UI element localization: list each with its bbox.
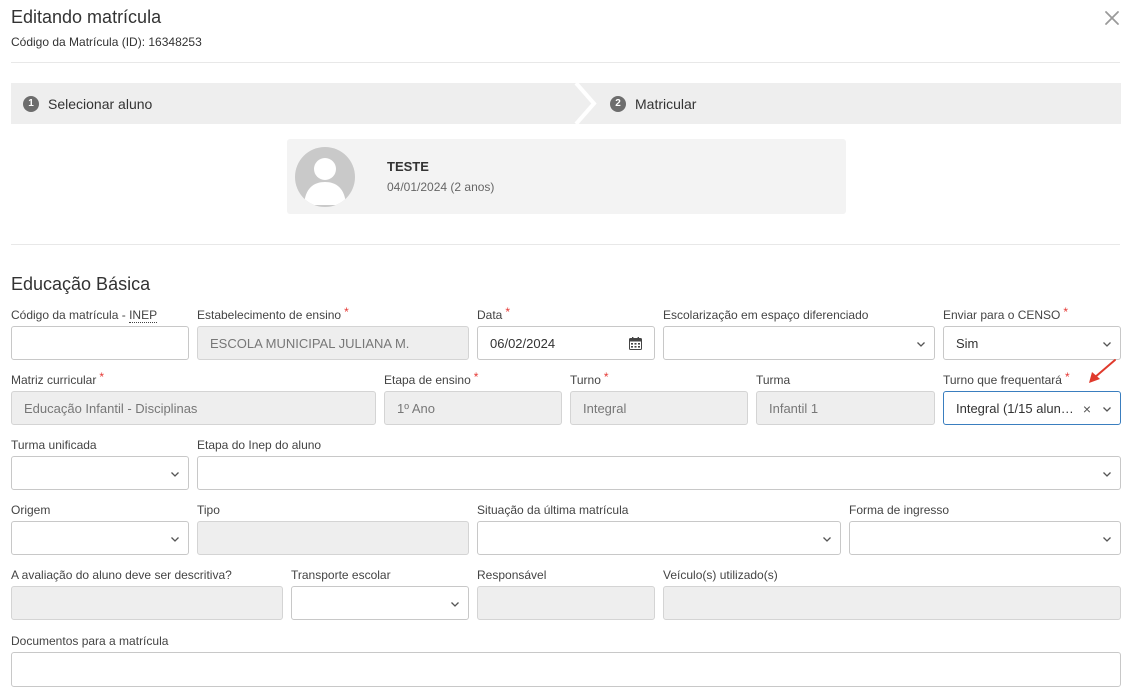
section-divider	[11, 244, 1120, 245]
modal-title: Editando matrícula	[11, 7, 162, 27]
student-card: TESTE 04/01/2024 (2 anos)	[287, 139, 846, 214]
required-marker: *	[1063, 305, 1069, 319]
estabelecimento-field: ESCOLA MUNICIPAL JULIANA M.	[197, 326, 469, 360]
step-separator	[574, 83, 597, 124]
chevron-down-icon	[451, 602, 459, 607]
responsavel-label: Responsável	[477, 568, 547, 582]
required-marker: *	[505, 305, 511, 319]
required-marker: *	[344, 305, 349, 319]
student-birthdate: 04/01/2024 (2 anos)	[387, 180, 495, 194]
step-matricular[interactable]: 2 Matricular	[610, 83, 696, 124]
etapa-label: Etapa de ensino *	[384, 370, 479, 387]
chevron-down-icon	[171, 472, 179, 477]
chevron-down-icon	[1103, 537, 1111, 542]
forma-ingresso-select[interactable]	[849, 521, 1121, 555]
transporte-select[interactable]	[291, 586, 469, 620]
origem-label: Origem	[11, 503, 51, 517]
section-title: Educação Básica	[11, 274, 151, 294]
veiculos-label: Veículo(s) utilizado(s)	[663, 568, 778, 582]
origem-select[interactable]	[11, 521, 189, 555]
required-marker: *	[1064, 370, 1070, 384]
data-label: Data *	[477, 305, 511, 322]
chevron-down-icon	[1103, 407, 1111, 412]
codigo-inep-input[interactable]	[11, 326, 189, 360]
matriz-field: Educação Infantil - Disciplinas	[11, 391, 376, 425]
codigo-inep-label: Código da matrícula - INEP	[11, 308, 158, 323]
required-marker: *	[603, 370, 609, 384]
situacao-select[interactable]	[477, 521, 841, 555]
veiculos-field	[663, 586, 1121, 620]
documentos-label: Documentos para a matrícula	[11, 634, 169, 648]
step-label: Matricular	[635, 95, 697, 112]
avatar	[295, 147, 355, 207]
step-number: 2	[610, 95, 626, 112]
step-selecionar-aluno[interactable]: 1 Selecionar aluno	[23, 83, 152, 124]
transporte-label: Transporte escolar	[291, 568, 391, 582]
turno-freq-select[interactable]: Integral (1/15 alunos) ×	[943, 391, 1121, 425]
turma-unificada-label: Turma unificada	[11, 438, 97, 452]
matriz-label: Matriz curricular *	[11, 370, 105, 387]
required-marker: *	[99, 370, 105, 384]
turma-field: Infantil 1	[756, 391, 935, 425]
etapa-inep-label: Etapa do Inep do aluno	[197, 438, 322, 452]
close-icon[interactable]	[1102, 8, 1122, 28]
turno-freq-label: Turno que frequentará *	[943, 370, 1070, 387]
chevron-down-icon	[1103, 472, 1111, 477]
step-number: 1	[23, 95, 39, 112]
chevron-down-icon	[171, 537, 179, 542]
required-marker: *	[473, 370, 479, 384]
tipo-label: Tipo	[197, 503, 220, 517]
calendar-button[interactable]	[616, 326, 655, 360]
turma-unificada-select[interactable]	[11, 456, 189, 490]
estabelecimento-label: Estabelecimento de ensino *	[197, 305, 349, 322]
etapa-field: 1º Ano	[384, 391, 562, 425]
forma-ingresso-label: Forma de ingresso	[849, 503, 950, 517]
documentos-input[interactable]	[11, 652, 1121, 687]
header-divider	[11, 62, 1120, 63]
clear-icon[interactable]: ×	[1081, 402, 1093, 416]
censo-label: Enviar para o CENSO *	[943, 305, 1069, 322]
turno-field: Integral	[570, 391, 748, 425]
red-arrow-annotation	[1089, 359, 1116, 383]
escolarizacao-label: Escolarização em espaço diferenciado	[663, 308, 869, 322]
turma-label: Turma	[756, 373, 791, 387]
chevron-down-icon	[823, 537, 831, 542]
censo-select[interactable]: Sim	[943, 326, 1121, 360]
data-input[interactable]: 06/02/2024	[477, 326, 617, 360]
step-label: Selecionar aluno	[48, 95, 153, 112]
escolarizacao-select[interactable]	[663, 326, 935, 360]
responsavel-field	[477, 586, 655, 620]
stepper: 1 Selecionar aluno 2 Matricular	[11, 83, 1121, 124]
tipo-field	[197, 521, 469, 555]
enrollment-id: Código da Matrícula (ID): 16348253	[11, 35, 202, 49]
etapa-inep-select[interactable]	[197, 456, 1121, 490]
calendar-icon	[628, 336, 642, 350]
avaliacao-label: A avaliação do aluno deve ser descritiva…	[11, 568, 232, 582]
turno-label: Turno *	[570, 370, 609, 387]
avaliacao-field	[11, 586, 283, 620]
chevron-down-icon	[917, 342, 925, 347]
chevron-down-icon	[1103, 342, 1111, 347]
situacao-label: Situação da última matrícula	[477, 503, 629, 517]
student-name: TESTE	[387, 159, 429, 174]
